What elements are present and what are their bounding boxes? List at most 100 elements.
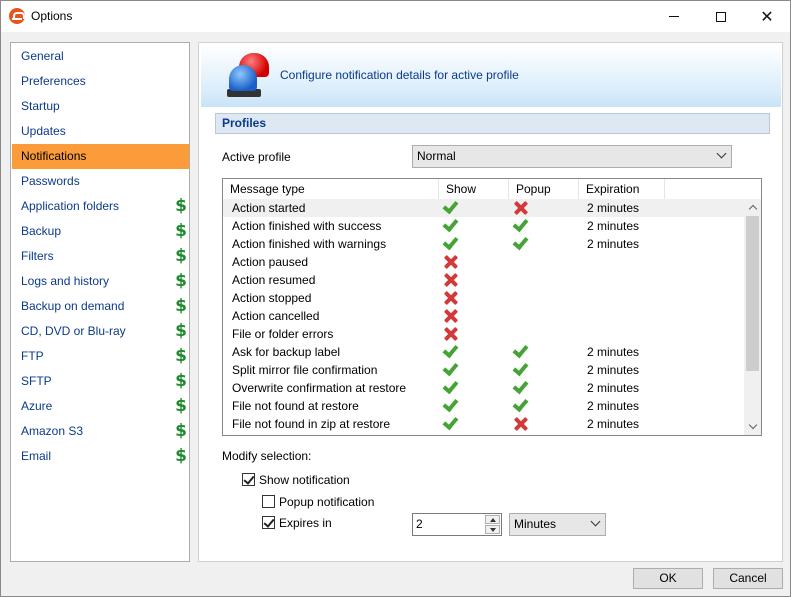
sidebar-item-notifications[interactable]: Notifications bbox=[12, 144, 189, 169]
window-title: Options bbox=[31, 9, 73, 23]
column-header-expiration[interactable]: Expiration bbox=[579, 179, 665, 199]
active-profile-label: Active profile bbox=[222, 150, 291, 164]
minimize-button[interactable] bbox=[651, 1, 697, 32]
dollar-icon: $ bbox=[175, 221, 187, 241]
popup-cell bbox=[512, 377, 529, 397]
spin-down-button[interactable] bbox=[485, 525, 500, 534]
check-icon bbox=[512, 377, 529, 395]
expiration-cell: 2 minutes bbox=[587, 417, 640, 431]
scroll-thumb[interactable] bbox=[746, 216, 759, 371]
expires-in-label[interactable]: Expires in bbox=[279, 516, 332, 530]
popup-cell bbox=[512, 341, 529, 361]
popup-notification-checkbox[interactable] bbox=[262, 495, 275, 508]
table-row[interactable]: File not found in zip at restore 2 minute… bbox=[223, 413, 744, 433]
sidebar-item-application-folders[interactable]: Application folders $ bbox=[12, 194, 189, 219]
dollar-icon: $ bbox=[175, 446, 187, 466]
show-cell bbox=[442, 341, 459, 361]
table-row[interactable]: Action cancelled bbox=[223, 307, 744, 325]
sidebar-item-sftp[interactable]: SFTP $ bbox=[12, 369, 189, 394]
sidebar-item-filters[interactable]: Filters $ bbox=[12, 244, 189, 269]
popup-notification-label[interactable]: Popup notification bbox=[279, 495, 374, 509]
expires-unit-select[interactable]: Minutes bbox=[509, 513, 606, 536]
vertical-scrollbar[interactable] bbox=[744, 199, 761, 435]
message-type-cell: Action paused bbox=[232, 255, 309, 269]
chevron-up-icon bbox=[748, 204, 757, 214]
column-header-popup[interactable]: Popup bbox=[509, 179, 579, 199]
check-icon bbox=[512, 233, 529, 251]
column-header-message-type[interactable]: Message type bbox=[223, 179, 439, 199]
check-icon bbox=[512, 395, 529, 413]
scroll-up-button[interactable] bbox=[744, 199, 761, 216]
sidebar-item-preferences[interactable]: Preferences bbox=[12, 69, 189, 94]
table-row[interactable]: Action finished with success 2 minutes bbox=[223, 215, 744, 235]
scroll-down-button[interactable] bbox=[744, 418, 761, 435]
check-icon bbox=[442, 341, 459, 359]
spin-up-button[interactable] bbox=[485, 515, 500, 524]
sidebar-item-azure[interactable]: Azure $ bbox=[12, 394, 189, 419]
sidebar-item-backup[interactable]: Backup $ bbox=[12, 219, 189, 244]
ok-button[interactable]: OK bbox=[633, 568, 703, 589]
expiration-cell: 2 minutes bbox=[587, 219, 640, 233]
sidebar-item-backup-on-demand[interactable]: Backup on demand $ bbox=[12, 294, 189, 319]
table-row[interactable]: File not found at restore 2 minutes bbox=[223, 395, 744, 415]
maximize-button[interactable] bbox=[698, 1, 744, 32]
table-row[interactable]: Action started 2 minutes bbox=[223, 197, 744, 217]
table-row[interactable]: File or folder errors bbox=[223, 325, 744, 343]
show-cell bbox=[442, 215, 459, 235]
show-cell bbox=[443, 289, 459, 307]
expires-unit-value: Minutes bbox=[514, 517, 557, 531]
cross-icon bbox=[513, 200, 529, 216]
table-row[interactable]: Ask for backup label 2 minutes bbox=[223, 341, 744, 361]
banner-text: Configure notification details for activ… bbox=[280, 68, 519, 82]
sidebar-item-label: Amazon S3 bbox=[21, 424, 84, 438]
chevron-down-icon bbox=[748, 420, 757, 430]
message-type-cell: File not found in zip at restore bbox=[232, 417, 391, 431]
dollar-icon: $ bbox=[175, 346, 187, 366]
show-notification-checkbox[interactable] bbox=[242, 473, 255, 486]
active-profile-select[interactable]: Normal bbox=[412, 145, 732, 168]
sidebar-item-email[interactable]: Email $ bbox=[12, 444, 189, 469]
options-sidebar: General Preferences Startup Updates Notifica… bbox=[10, 42, 190, 562]
column-header-show[interactable]: Show bbox=[439, 179, 509, 199]
spinner-buttons bbox=[485, 515, 500, 534]
sidebar-item-ftp[interactable]: FTP $ bbox=[12, 344, 189, 369]
table-row[interactable]: Action paused bbox=[223, 253, 744, 271]
title-bar[interactable]: Options ✕ bbox=[1, 1, 790, 32]
table-row[interactable]: Action resumed bbox=[223, 271, 744, 289]
show-cell bbox=[442, 233, 459, 253]
popup-cell bbox=[512, 233, 529, 253]
show-notification-label[interactable]: Show notification bbox=[259, 473, 350, 487]
popup-cell bbox=[512, 215, 529, 235]
sidebar-item-cd-dvd-or-blu-ray[interactable]: CD, DVD or Blu-ray $ bbox=[12, 319, 189, 344]
expires-in-checkbox[interactable] bbox=[262, 516, 275, 529]
sidebar-item-label: SFTP bbox=[21, 374, 52, 388]
show-cell bbox=[442, 197, 459, 217]
expires-in-spinner[interactable]: 2 bbox=[412, 513, 502, 536]
sidebar-item-label: Passwords bbox=[21, 174, 80, 188]
sidebar-item-amazon-s3[interactable]: Amazon S3 $ bbox=[12, 419, 189, 444]
popup-cell bbox=[512, 395, 529, 415]
sidebar-item-updates[interactable]: Updates bbox=[12, 119, 189, 144]
sidebar-item-label: Preferences bbox=[21, 74, 86, 88]
message-type-cell: Action cancelled bbox=[232, 309, 320, 323]
sidebar-item-general[interactable]: General bbox=[12, 44, 189, 69]
table-row[interactable]: Split mirror file confirmation 2 minutes bbox=[223, 359, 744, 379]
table-row[interactable]: Action stopped bbox=[223, 289, 744, 307]
expiration-cell: 2 minutes bbox=[587, 345, 640, 359]
close-button[interactable]: ✕ bbox=[744, 1, 790, 32]
check-icon bbox=[442, 395, 459, 413]
message-type-cell: Action started bbox=[232, 201, 306, 215]
cancel-button[interactable]: Cancel bbox=[713, 568, 783, 589]
message-type-cell: Action finished with success bbox=[232, 219, 382, 233]
table-row[interactable]: Overwrite confirmation at restore 2 minut… bbox=[223, 377, 744, 397]
check-icon bbox=[442, 377, 459, 395]
sidebar-item-startup[interactable]: Startup bbox=[12, 94, 189, 119]
sidebar-item-logs-and-history[interactable]: Logs and history $ bbox=[12, 269, 189, 294]
cross-icon bbox=[443, 254, 459, 270]
active-profile-value: Normal bbox=[417, 149, 456, 163]
chevron-down-icon bbox=[590, 516, 601, 527]
close-icon: ✕ bbox=[760, 8, 774, 26]
table-row[interactable]: Action finished with warnings 2 minutes bbox=[223, 233, 744, 253]
expires-in-value[interactable]: 2 bbox=[416, 517, 423, 531]
sidebar-item-passwords[interactable]: Passwords bbox=[12, 169, 189, 194]
